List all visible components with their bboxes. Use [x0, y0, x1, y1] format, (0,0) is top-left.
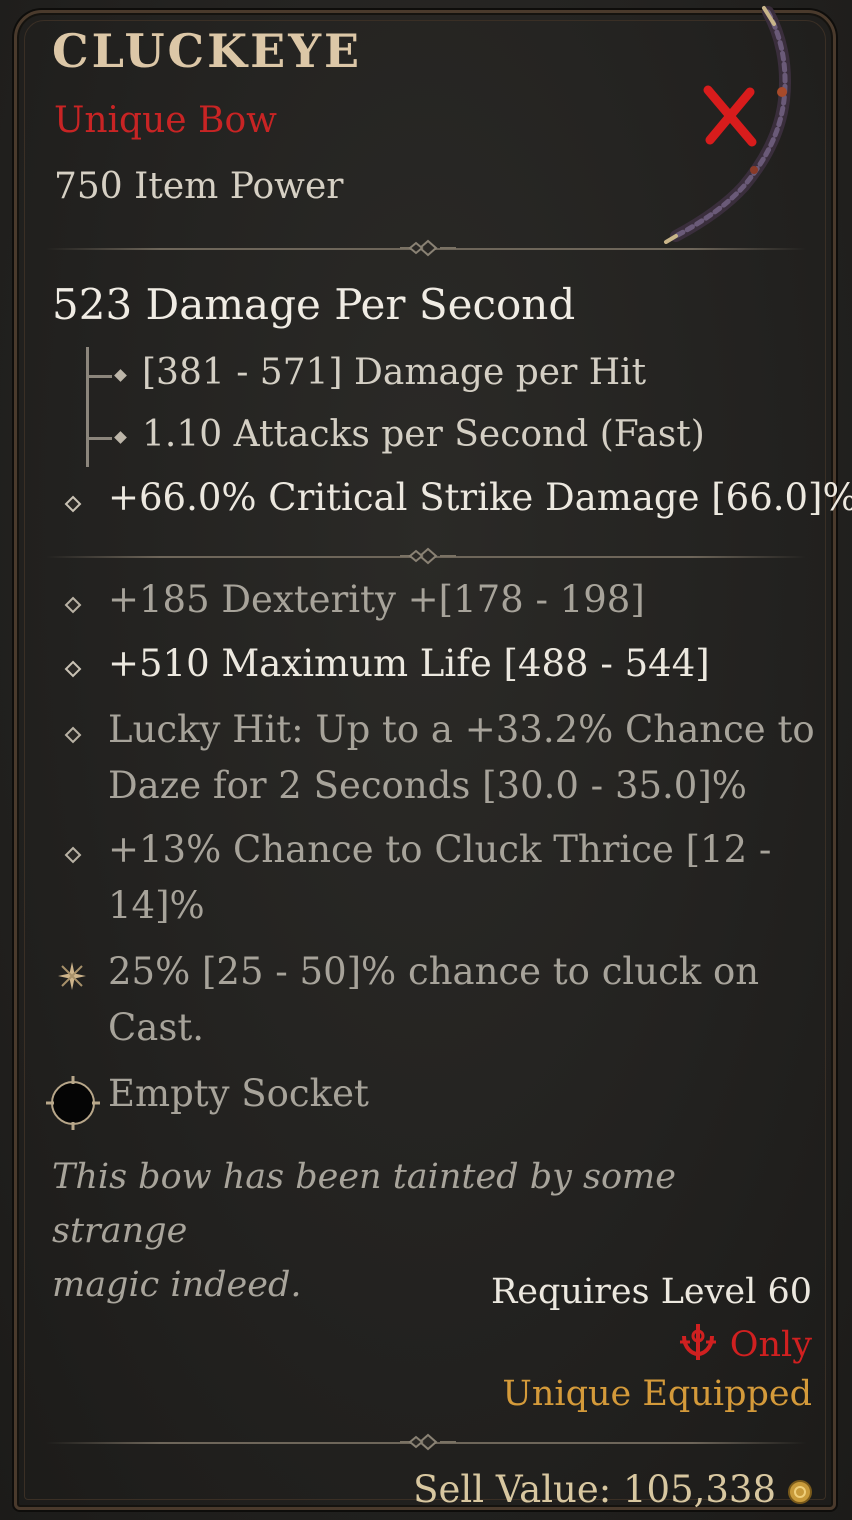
unique-equipped: Unique Equipped	[502, 1374, 812, 1414]
required-level: Requires Level 60	[490, 1272, 812, 1312]
damage-per-second: 523 Damage Per Second	[52, 280, 576, 329]
stat-tree-branch	[88, 437, 112, 440]
item-tooltip: CLUCKEYE Unique Bow 750 Item Power 523 D…	[0, 0, 852, 1520]
unique-power-line1: 25% [25 - 50]% chance to cluck on	[108, 950, 760, 993]
diamond-bullet-icon	[64, 726, 82, 744]
divider-ornament-icon	[400, 547, 456, 565]
affix-cluck-thrice-line1: +13% Chance to Cluck Thrice [12 -	[108, 828, 772, 871]
item-name: CLUCKEYE	[52, 24, 363, 78]
item-power: 750 Item Power	[54, 166, 344, 207]
damage-per-hit: [381 - 571] Damage per Hit	[142, 352, 647, 393]
affix-lucky-hit-line2: Daze for 2 Seconds [30.0 - 35.0]%	[108, 764, 747, 807]
stat-tree-branch	[88, 375, 112, 378]
diamond-bullet-icon	[64, 495, 82, 513]
unique-power-line2: Cast.	[108, 1006, 204, 1049]
divider-ornament-icon	[400, 239, 456, 257]
item-type: Unique Bow	[54, 100, 277, 141]
divider-ornament-icon	[400, 1433, 456, 1451]
flavor-line1: This bow has been tainted by some strang…	[52, 1157, 676, 1251]
affix-dexterity: +185 Dexterity +[178 - 198]	[108, 578, 645, 621]
gold-coin-icon	[788, 1480, 812, 1504]
class-only-label: Only	[729, 1325, 812, 1365]
attacks-per-second: 1.10 Attacks per Second (Fast)	[142, 414, 705, 455]
affix-lucky-hit-line1: Lucky Hit: Up to a +33.2% Chance to	[108, 708, 815, 751]
empty-socket-label: Empty Socket	[108, 1072, 369, 1115]
diamond-bullet-icon	[64, 596, 82, 614]
class-restriction: Only	[676, 1322, 812, 1365]
rogue-class-icon	[679, 1324, 716, 1360]
implicit-affix: +66.0% Critical Strike Damage [66.0]%	[108, 476, 852, 519]
sell-value: Sell Value: 105,338	[413, 1468, 776, 1511]
affix-cluck-thrice-line2: 14]%	[108, 884, 205, 927]
diamond-bullet-icon	[64, 846, 82, 864]
stat-tree-line	[86, 347, 89, 467]
diamond-bullet-icon	[64, 660, 82, 678]
unique-star-icon	[58, 962, 86, 990]
affix-maximum-life: +510 Maximum Life [488 - 544]	[108, 642, 710, 685]
bow-icon	[664, 6, 792, 244]
empty-socket-icon	[46, 1076, 100, 1130]
